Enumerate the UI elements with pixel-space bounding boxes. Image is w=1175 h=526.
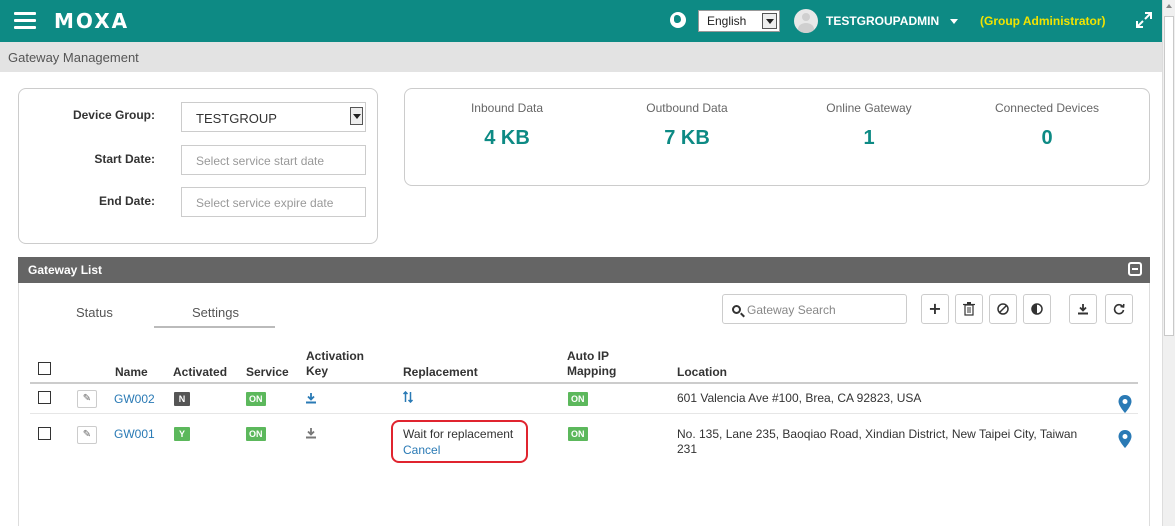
chevron-down-icon: [762, 13, 777, 29]
col-auto-ip-mapping[interactable]: Auto IP Mapping: [567, 349, 616, 379]
service-badge[interactable]: ON: [246, 427, 266, 441]
delete-button[interactable]: [955, 294, 983, 324]
stat-value: 0: [1041, 127, 1053, 149]
stat-label: Online Gateway: [826, 101, 912, 115]
edit-icon: ✎: [82, 429, 92, 440]
language-value: English: [707, 14, 747, 28]
stat-inbound: Inbound Data 4 KB: [427, 101, 587, 150]
col-location[interactable]: Location: [677, 365, 727, 380]
activated-badge: Y: [174, 427, 190, 441]
row-checkbox[interactable]: [38, 427, 51, 440]
download-icon: [1078, 304, 1088, 315]
edit-icon: ✎: [82, 393, 92, 404]
col-activated[interactable]: Activated: [173, 365, 227, 380]
menu-icon[interactable]: [14, 12, 36, 30]
user-caret-icon[interactable]: [950, 19, 958, 24]
end-date-input[interactable]: Select service expire date: [181, 187, 366, 217]
map-pin-icon[interactable]: [1118, 395, 1132, 413]
select-all-checkbox[interactable]: [38, 362, 51, 375]
auto-ip-badge[interactable]: ON: [568, 427, 588, 441]
location-text: No. 135, Lane 235, Baoqiao Road, Xindian…: [677, 427, 1097, 457]
gateway-name-link[interactable]: GW001: [114, 427, 155, 441]
start-date-input[interactable]: Select service start date: [181, 145, 366, 175]
col-activation-key[interactable]: Activation Key: [306, 349, 364, 379]
activated-badge: N: [174, 392, 190, 406]
replace-icon[interactable]: [402, 391, 414, 403]
stat-label: Connected Devices: [994, 101, 1100, 115]
stat-value: 4 KB: [484, 127, 530, 149]
col-replacement[interactable]: Replacement: [403, 365, 478, 380]
chevron-down-icon: [350, 107, 363, 125]
row-divider: [30, 413, 1138, 414]
disable-icon: [997, 303, 1009, 315]
download-key-icon[interactable]: [305, 392, 317, 404]
disable-button[interactable]: [989, 294, 1017, 324]
stat-label: Inbound Data: [470, 101, 544, 115]
tab-settings[interactable]: Settings: [192, 305, 239, 320]
edit-button[interactable]: ✎: [77, 390, 97, 408]
top-bar: MOXA English TESTGROUPADMIN (Group Admin…: [0, 0, 1162, 42]
col-name[interactable]: Name: [115, 365, 148, 380]
stats-card: Inbound Data 4 KB Outbound Data 7 KB Onl…: [404, 88, 1150, 186]
col-activation-key-line2: Key: [306, 364, 329, 378]
stat-label: Outbound Data: [646, 101, 728, 115]
brand-logo: MOXA: [54, 9, 130, 33]
auto-ip-badge[interactable]: ON: [568, 392, 588, 406]
download-key-icon: [306, 428, 316, 439]
replacement-highlight: [391, 420, 528, 463]
download-button[interactable]: [1069, 294, 1097, 324]
service-badge[interactable]: ON: [246, 392, 266, 406]
edit-button[interactable]: ✎: [77, 426, 97, 444]
location-line2: 231: [677, 442, 698, 456]
add-button[interactable]: +: [921, 294, 949, 324]
end-date-label: End Date:: [98, 194, 155, 208]
col-activation-key-line1: Activation: [306, 349, 365, 363]
add-icon: +: [928, 299, 942, 318]
location-text: 601 Valencia Ave #100, Brea, CA 92823, U…: [677, 391, 922, 405]
search-icon: [732, 305, 741, 314]
scroll-up-icon[interactable]: [1166, 4, 1172, 8]
table-header-divider: [30, 382, 1138, 384]
col-auto-ip-line2: Mapping: [567, 364, 617, 378]
toggle-icon: [1031, 303, 1043, 315]
user-role: (Group Administrator): [980, 14, 1106, 28]
page-scrollbar[interactable]: [1162, 0, 1175, 526]
map-pin-icon[interactable]: [1118, 430, 1132, 448]
breadcrumb: Gateway Management: [0, 42, 1162, 72]
gateway-name-link[interactable]: GW002: [114, 392, 155, 406]
toggle-button[interactable]: [1023, 294, 1051, 324]
gateway-list-header: Gateway List: [18, 257, 1150, 283]
refresh-button[interactable]: [1105, 294, 1133, 324]
row-checkbox[interactable]: [38, 391, 51, 404]
device-group-label: Device Group:: [72, 108, 155, 122]
scroll-thumb[interactable]: [1164, 16, 1174, 336]
device-group-value: TESTGROUP: [196, 111, 277, 126]
gateway-search-input[interactable]: Gateway Search: [722, 294, 907, 324]
col-service[interactable]: Service: [246, 365, 289, 380]
user-avatar[interactable]: [794, 9, 818, 33]
panel-title: Gateway List: [28, 263, 103, 277]
stat-online-gateway: Online Gateway 1: [789, 101, 949, 150]
stat-value: 1: [863, 127, 875, 149]
language-select[interactable]: English: [698, 10, 780, 32]
collapse-icon[interactable]: [1128, 262, 1142, 276]
stat-connected-devices: Connected Devices 0: [967, 101, 1127, 150]
start-date-label: Start Date:: [94, 152, 155, 166]
location-line1: No. 135, Lane 235, Baoqiao Road, Xindian…: [677, 427, 1078, 441]
tab-status[interactable]: Status: [76, 305, 113, 320]
refresh-icon: [1113, 303, 1125, 315]
filter-card: Device Group: TESTGROUP Start Date: Sele…: [18, 88, 378, 244]
fullscreen-icon[interactable]: [1136, 12, 1152, 28]
stat-value: 7 KB: [664, 127, 710, 149]
username-menu[interactable]: TESTGROUPADMIN: [826, 14, 939, 28]
col-auto-ip-line1: Auto IP: [567, 349, 609, 363]
globe-icon: [670, 12, 686, 28]
device-group-select[interactable]: TESTGROUP: [181, 102, 366, 132]
search-placeholder: Gateway Search: [747, 303, 836, 317]
active-tab-indicator: [154, 326, 275, 328]
stat-outbound: Outbound Data 7 KB: [607, 101, 767, 150]
delete-icon: [963, 302, 975, 316]
